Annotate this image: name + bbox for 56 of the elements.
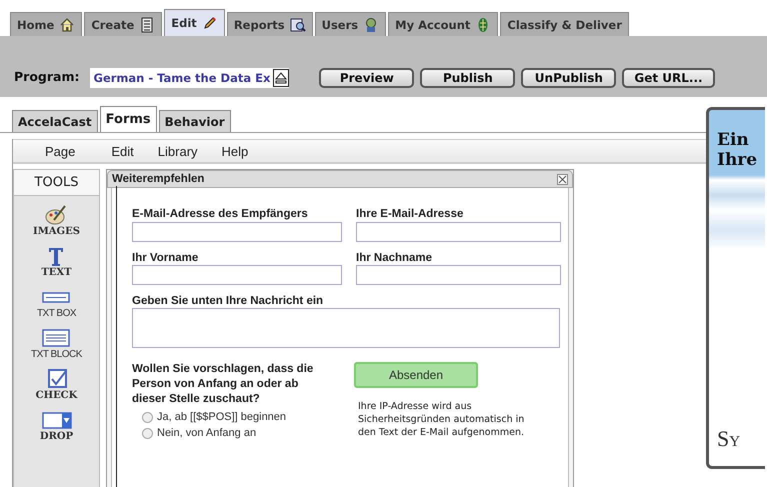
- tool-label[interactable]: DROP: [40, 431, 74, 442]
- menu-item[interactable]: Page: [13, 144, 100, 158]
- close-icon: [558, 174, 567, 184]
- tab-icon: [290, 16, 306, 32]
- tool-label[interactable]: TXT BLOCK: [31, 349, 82, 360]
- nav-tab[interactable]: Classify & Deliver: [500, 12, 629, 36]
- tab-icon: [202, 15, 218, 31]
- editor-tab[interactable]: Forms: [100, 106, 157, 132]
- text-block-icon: [41, 327, 72, 349]
- close-button[interactable]: [557, 174, 568, 184]
- nav-tab[interactable]: Create: [84, 12, 162, 36]
- tab-icon: [59, 16, 76, 32]
- nav-tab[interactable]: Users: [314, 12, 386, 36]
- action-button[interactable]: UnPublish: [521, 68, 616, 88]
- menu-item[interactable]: Edit: [99, 144, 146, 158]
- tools-header: TOOLS: [14, 170, 99, 196]
- tool-label[interactable]: TEXT: [41, 267, 72, 278]
- dialog-title: Weiterempfehlen: [112, 173, 204, 185]
- program-select[interactable]: German - Tame the Data Ex: [90, 68, 290, 88]
- radio-button[interactable]: [142, 428, 153, 438]
- field-label: Ihr Nachname: [356, 252, 434, 264]
- card-heading: Ein: [717, 130, 750, 150]
- input-field[interactable]: [356, 265, 561, 285]
- input-field[interactable]: [356, 222, 561, 242]
- editor-tab[interactable]: AccelaCast: [12, 110, 98, 132]
- card-heading: Ihre: [717, 150, 758, 170]
- privacy-note: Ihre IP-Adresse wird aus Sicherheitsgründen automatisch in den Text der E-Mail aufgenommen.: [358, 400, 526, 439]
- eject-icon: [273, 69, 290, 87]
- submit-button[interactable]: Absenden: [354, 362, 478, 388]
- card-footer: Sy: [717, 426, 765, 452]
- input-field[interactable]: [132, 222, 342, 242]
- menu-item[interactable]: Help: [210, 144, 260, 158]
- tab-icon: [139, 16, 156, 32]
- nav-tab[interactable]: My Account: [388, 12, 498, 36]
- field-label: E-Mail-Adresse des Empfängers: [132, 208, 309, 220]
- nav-tab[interactable]: Reports: [226, 12, 313, 36]
- nav-tab[interactable]: Edit: [164, 9, 225, 36]
- field-label: Ihr Vorname: [132, 252, 200, 264]
- action-button[interactable]: Publish: [420, 68, 516, 88]
- input-field[interactable]: [132, 265, 342, 285]
- tool-label[interactable]: TXT BOX: [36, 308, 76, 319]
- editor-tab[interactable]: Behavior: [158, 110, 231, 132]
- action-button[interactable]: Get URL...: [622, 68, 715, 88]
- question-text: Wollen Sie vorschlagen, dass die Person von Anfang an oder ab dieser Stelle zuschaut?: [132, 362, 314, 407]
- program-label: Program:: [14, 69, 80, 84]
- tool-label[interactable]: CHECK: [36, 390, 78, 401]
- field-label: Geben Sie unten Ihre Nachricht ein: [132, 295, 324, 307]
- tool-label[interactable]: IMAGES: [33, 226, 80, 237]
- radio-button[interactable]: [142, 412, 153, 422]
- field-label: Ihre E-Mail-Adresse: [356, 208, 464, 220]
- menu-item[interactable]: Library: [146, 144, 210, 158]
- message-field[interactable]: [132, 308, 560, 348]
- action-button[interactable]: Preview: [319, 68, 414, 88]
- nav-tab[interactable]: Home: [10, 12, 82, 36]
- option-label[interactable]: Nein, von Anfang an: [157, 427, 256, 439]
- option-label[interactable]: Ja, ab [[$$POS]] beginnen: [157, 411, 286, 423]
